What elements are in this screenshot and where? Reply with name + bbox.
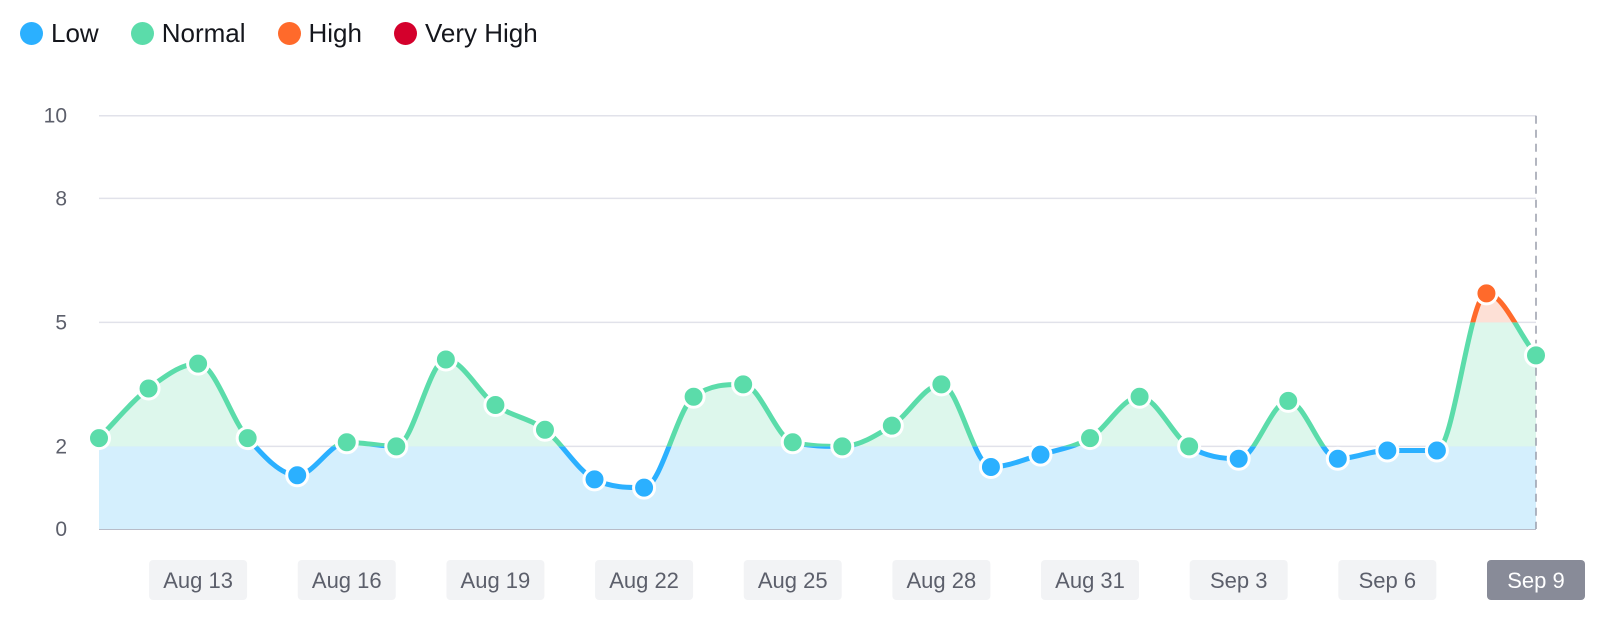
x-tick-label: Sep 9 xyxy=(1507,568,1565,593)
data-point[interactable] xyxy=(1524,343,1548,368)
data-point[interactable] xyxy=(384,434,409,459)
x-tick-aug-13[interactable]: Aug 13 xyxy=(149,560,248,600)
data-point[interactable] xyxy=(1028,442,1053,467)
data-point[interactable] xyxy=(1375,438,1400,463)
y-tick-label: 8 xyxy=(55,187,67,210)
x-tick-label: Sep 3 xyxy=(1210,568,1268,593)
y-tick-label: 10 xyxy=(44,105,67,128)
x-tick-label: Sep 6 xyxy=(1359,568,1417,593)
data-point[interactable] xyxy=(731,372,756,397)
data-point[interactable] xyxy=(1325,446,1350,471)
x-tick-label: Aug 16 xyxy=(312,568,382,593)
y-tick-label: 2 xyxy=(55,435,67,458)
y-tick-label: 0 xyxy=(55,518,67,541)
data-point[interactable] xyxy=(1424,438,1449,463)
data-point[interactable] xyxy=(1474,281,1499,306)
zone-areas xyxy=(99,293,1536,529)
area-low xyxy=(99,446,1536,529)
data-point[interactable] xyxy=(1276,388,1301,413)
y-tick-label: 5 xyxy=(55,311,67,334)
x-tick-aug-22[interactable]: Aug 22 xyxy=(595,560,694,600)
data-point[interactable] xyxy=(532,417,557,442)
y-axis: 0 2 5 8 10 xyxy=(44,105,67,541)
line-chart[interactable]: 025810 Aug 13 Aug 16 Aug 19 Aug 22 Aug 25 Aug… xyxy=(0,0,1600,635)
x-tick-sep-9[interactable]: Sep 9 xyxy=(1487,560,1585,600)
data-point[interactable] xyxy=(136,376,161,401)
data-point[interactable] xyxy=(334,430,359,455)
x-tick-sep-3[interactable]: Sep 3 xyxy=(1189,560,1288,600)
x-tick-label: Aug 28 xyxy=(907,568,977,593)
x-axis: Aug 13 Aug 16 Aug 19 Aug 22 Aug 25 Aug 28 Aug … xyxy=(149,560,1585,600)
data-point[interactable] xyxy=(186,351,211,376)
data-point[interactable] xyxy=(830,434,855,459)
data-point[interactable] xyxy=(1127,384,1152,409)
x-tick-label: Aug 19 xyxy=(461,568,531,593)
data-point[interactable] xyxy=(1226,446,1251,471)
x-tick-sep-6[interactable]: Sep 6 xyxy=(1338,560,1437,600)
data-point[interactable] xyxy=(582,467,607,492)
data-point[interactable] xyxy=(978,455,1003,480)
x-tick-aug-19[interactable]: Aug 19 xyxy=(446,560,545,600)
data-point[interactable] xyxy=(87,426,111,451)
x-tick-label: Aug 25 xyxy=(758,568,828,593)
data-point[interactable] xyxy=(879,413,904,438)
data-point[interactable] xyxy=(1177,434,1202,459)
x-tick-aug-25[interactable]: Aug 25 xyxy=(743,560,842,600)
x-tick-aug-28[interactable]: Aug 28 xyxy=(892,560,991,600)
data-point[interactable] xyxy=(1078,426,1103,451)
x-tick-label: Aug 22 xyxy=(609,568,679,593)
data-point[interactable] xyxy=(681,384,706,409)
data-point[interactable] xyxy=(285,463,310,488)
data-point[interactable] xyxy=(780,430,805,455)
data-point[interactable] xyxy=(433,347,458,372)
data-point[interactable] xyxy=(483,393,508,418)
data-point[interactable] xyxy=(632,475,657,500)
x-tick-aug-31[interactable]: Aug 31 xyxy=(1041,560,1140,600)
x-tick-label: Aug 31 xyxy=(1055,568,1125,593)
data-point[interactable] xyxy=(235,426,260,451)
data-point[interactable] xyxy=(929,372,954,397)
x-tick-aug-16[interactable]: Aug 16 xyxy=(297,560,396,600)
x-tick-label: Aug 13 xyxy=(163,568,233,593)
